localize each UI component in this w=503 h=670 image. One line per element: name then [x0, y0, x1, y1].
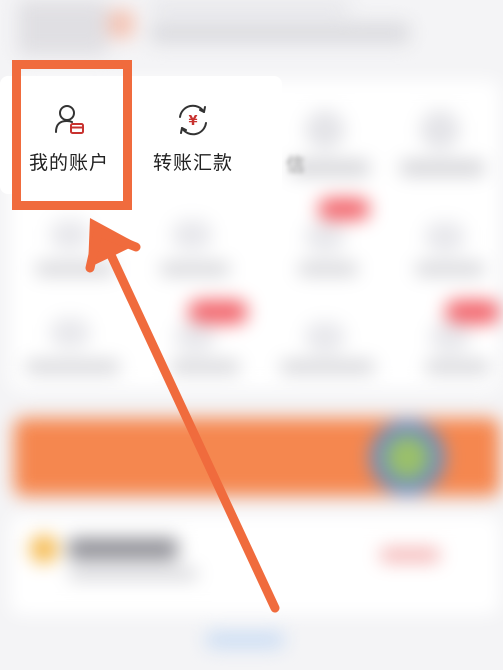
header-text-blob-2 [150, 0, 350, 14]
bottom-subtitle [68, 568, 198, 580]
row3-icon-2 [175, 322, 215, 352]
header-blob [18, 0, 108, 55]
row1-icon-4 [420, 110, 460, 150]
highlight-box [12, 60, 132, 210]
promo-banner-glow [385, 435, 430, 480]
yuan-exchange-icon: ¥ [179, 104, 207, 136]
row3-label-4 [425, 360, 490, 374]
row3-label-2 [170, 360, 240, 374]
menu-item-transfer-label: 转账汇款 [152, 152, 233, 174]
row1-label-4 [400, 160, 485, 176]
row2-icon-1 [50, 220, 90, 250]
bottom-link [380, 548, 440, 562]
row2-label-1 [35, 262, 115, 276]
row3-label-3 [280, 360, 375, 374]
menu-item-transfer[interactable]: ¥ 转账汇款 [138, 100, 248, 175]
row2-label-2 [160, 262, 230, 276]
header-blob-accent [108, 10, 134, 38]
row3-badge-4 [445, 300, 500, 324]
row3-icon-1 [50, 318, 90, 348]
svg-text:¥: ¥ [188, 114, 197, 129]
row3-label-1 [25, 360, 120, 374]
bottom-section [10, 515, 500, 615]
menu-item-partial-label: 信 [286, 154, 306, 176]
row2-icon-3 [305, 222, 345, 252]
header-text-blob [150, 22, 410, 44]
row2-label-4 [415, 262, 485, 276]
row3-icon-3 [305, 322, 345, 352]
row2-badge-3 [318, 198, 370, 220]
row2-icon-4 [425, 222, 465, 252]
row2-icon-2 [172, 220, 212, 250]
row2-label-3 [298, 262, 358, 276]
bottom-tab-indicator [205, 632, 285, 648]
row3-badge-2 [188, 300, 248, 324]
row1-icon-3 [305, 110, 345, 150]
row3-icon-4 [430, 322, 470, 352]
bottom-icon [30, 535, 58, 563]
menu-item-partial: 信 [286, 150, 316, 177]
bottom-title [68, 538, 178, 560]
